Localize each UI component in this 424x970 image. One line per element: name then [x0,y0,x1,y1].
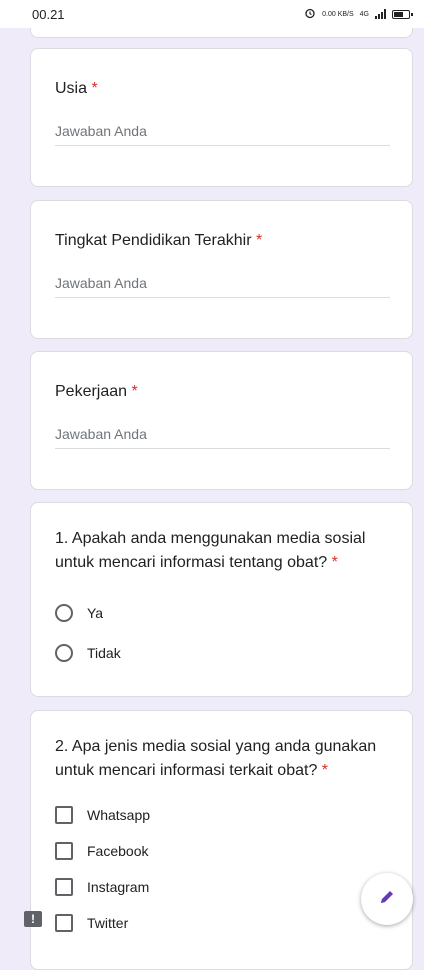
alarm-icon [304,7,316,22]
question-card-q2: 2. Apa jenis media sosial yang anda guna… [30,710,413,970]
checkbox[interactable] [55,842,73,860]
question-title: 2. Apa jenis media sosial yang anda guna… [55,738,377,779]
question-title: Usia * [55,80,98,97]
question-card-pendidikan: Tingkat Pendidikan Terakhir * Jawaban An… [30,200,413,339]
net-type: 4G [359,10,369,18]
edit-fab-button[interactable] [361,873,413,925]
edit-pencil-icon [377,887,397,912]
previous-card-edge [30,28,413,38]
question-title: Pekerjaan * [55,383,138,400]
report-feedback-icon[interactable]: ! [24,911,42,927]
status-time: 00.21 [32,6,65,22]
answer-input[interactable]: Jawaban Anda [55,275,390,298]
checkbox[interactable] [55,914,73,932]
radio-option-tidak[interactable]: Tidak [55,633,388,673]
checkbox-option-whatsapp[interactable]: Whatsapp [55,797,388,833]
radio-option-ya[interactable]: Ya [55,593,388,633]
checkbox[interactable] [55,806,73,824]
status-bar: 00.21 0.00 KB/S 4G [0,0,424,28]
question-card-q1: 1. Apakah anda menggunakan media sosial … [30,502,413,697]
net-speed: 0.00 KB/S [322,10,354,18]
checkbox-option-twitter[interactable]: Twitter [55,905,388,941]
answer-input[interactable]: Jawaban Anda [55,426,390,449]
signal-icon [375,9,386,19]
question-title: Tingkat Pendidikan Terakhir * [55,232,263,249]
checkbox[interactable] [55,878,73,896]
question-card-usia: Usia * Jawaban Anda [30,48,413,187]
checkbox-option-instagram[interactable]: Instagram [55,869,388,905]
checkbox-option-facebook[interactable]: Facebook [55,833,388,869]
status-icons: 0.00 KB/S 4G [304,7,413,22]
battery-icon [392,9,413,19]
radio-button[interactable] [55,604,73,622]
radio-button[interactable] [55,644,73,662]
question-title: 1. Apakah anda menggunakan media sosial … [55,530,366,571]
answer-input[interactable]: Jawaban Anda [55,123,390,146]
question-card-pekerjaan: Pekerjaan * Jawaban Anda [30,351,413,490]
